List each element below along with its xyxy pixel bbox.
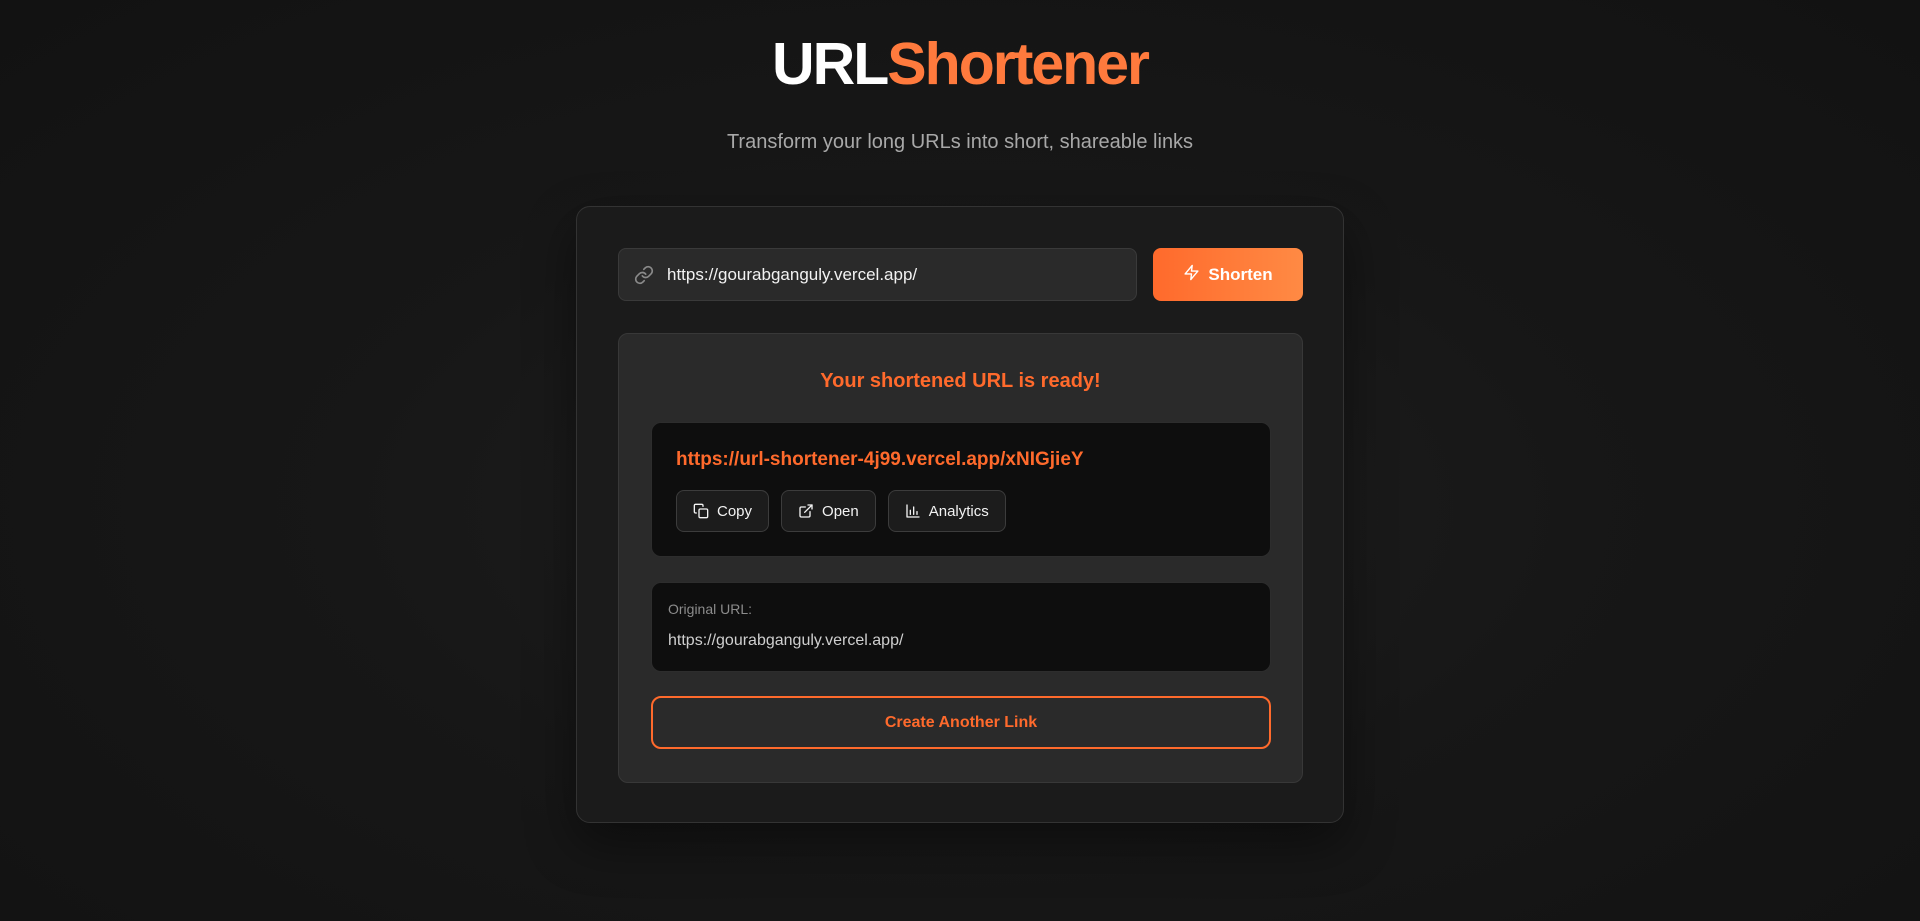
original-url-label: Original URL: bbox=[668, 601, 753, 617]
bar-chart-icon bbox=[905, 503, 921, 519]
shorten-button-label: Shorten bbox=[1208, 264, 1273, 284]
url-input[interactable] bbox=[655, 249, 1136, 300]
external-link-icon bbox=[798, 503, 814, 519]
analytics-button[interactable]: Analytics bbox=[887, 490, 1006, 532]
create-another-link-button[interactable]: Create Another Link bbox=[651, 696, 1271, 749]
url-input-wrapper bbox=[618, 248, 1137, 301]
original-url-box: Original URL: https://gourabganguly.verc… bbox=[651, 582, 1271, 672]
page-subtitle: Transform your long URLs into short, sha… bbox=[726, 131, 1194, 153]
copy-button[interactable]: Copy bbox=[676, 490, 770, 532]
shorten-button[interactable]: Shorten bbox=[1153, 248, 1303, 301]
copy-icon bbox=[693, 503, 709, 519]
page: URLShortener Transform your long URLs in… bbox=[0, 0, 1920, 921]
title-url-part: URL bbox=[772, 31, 889, 97]
result-panel: Your shortened URL is ready! https://url… bbox=[618, 333, 1303, 783]
page-title: URLShortener bbox=[0, 30, 1920, 98]
original-url-value: https://gourabganguly.vercel.app/ bbox=[668, 632, 904, 649]
open-button[interactable]: Open bbox=[781, 490, 876, 532]
shortener-card: Shorten Your shortened URL is ready! htt… bbox=[576, 206, 1344, 823]
link-icon bbox=[633, 264, 655, 286]
analytics-button-label: Analytics bbox=[928, 502, 989, 520]
result-heading: Your shortened URL is ready! bbox=[820, 370, 1101, 392]
lightning-icon bbox=[1183, 264, 1200, 286]
short-url-actions: Copy Open Analytics bbox=[676, 490, 1006, 532]
copy-button-label: Copy bbox=[717, 502, 753, 520]
open-button-label: Open bbox=[822, 502, 859, 520]
short-url-link[interactable]: https://url-shortener-4j99.vercel.app/xN… bbox=[676, 449, 1084, 471]
short-url-box: https://url-shortener-4j99.vercel.app/xN… bbox=[651, 422, 1271, 557]
title-shortener-part: Shortener bbox=[887, 31, 1150, 97]
